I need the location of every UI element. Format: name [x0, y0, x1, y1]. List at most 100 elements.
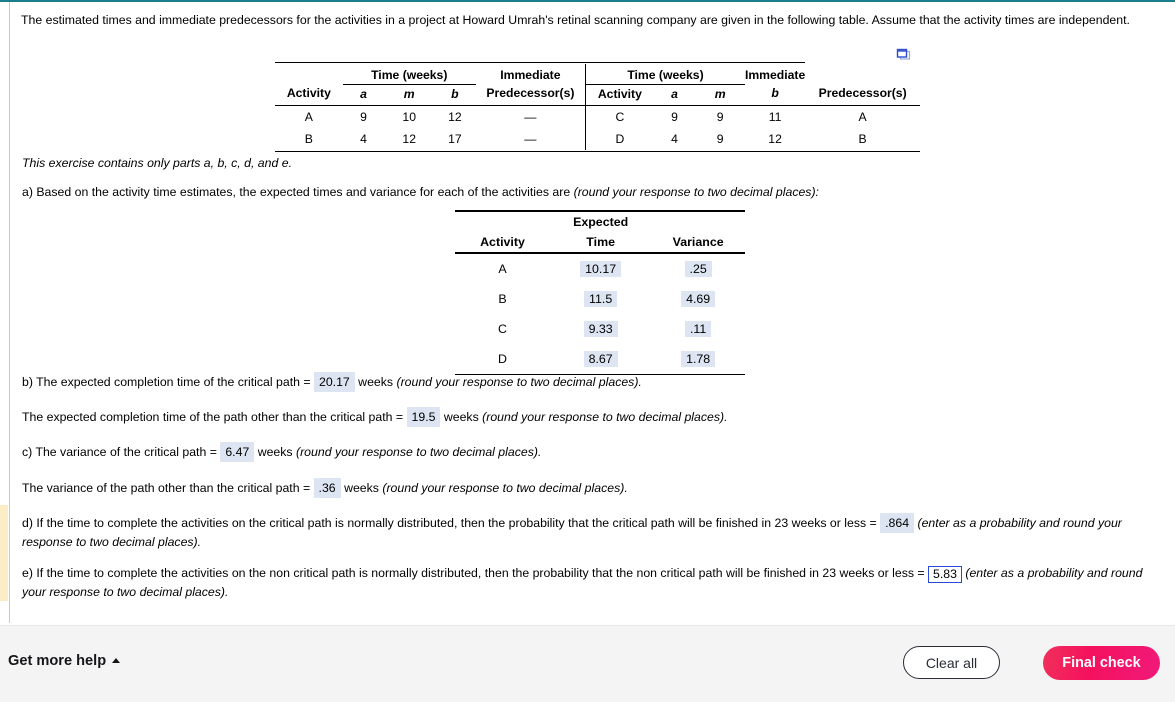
- final-check-button[interactable]: Final check: [1043, 646, 1160, 680]
- part-c-line1-pre: c) The variance of the critical path =: [22, 445, 221, 459]
- t1-right-col-a: a: [671, 86, 678, 101]
- t1-l-row1-activity: B: [304, 132, 313, 146]
- answer-field-expected-a[interactable]: 10.17: [580, 261, 622, 277]
- table-row: B 4 12 17 — D 4 9 12 B: [275, 128, 920, 150]
- t2-row1-activity: B: [498, 292, 507, 306]
- t1-left-pred-header-line2: Predecessor(s): [486, 86, 575, 101]
- t2-header-row-2: Activity Time Variance: [455, 232, 745, 253]
- table-row: C 9.33 .11: [455, 314, 745, 344]
- t2-row3-variance-cell: 1.78: [651, 344, 745, 375]
- t1-l-row1-pred: —: [524, 132, 537, 146]
- t1-left-time-header: Time (weeks): [342, 63, 476, 85]
- part-c-line1-unit: weeks: [254, 445, 296, 459]
- answer-field-c-other-variance[interactable]: .36: [313, 478, 341, 498]
- answer-field-variance-b[interactable]: 4.69: [681, 291, 716, 307]
- part-e-pre: e) If the time to complete the activitie…: [22, 566, 929, 580]
- table-row: D 8.67 1.78: [455, 344, 745, 375]
- answer-input-e-probability[interactable]: 5.83: [928, 566, 962, 583]
- t1-r-row1-m: 9: [716, 132, 724, 146]
- part-d-pre: d) If the time to complete the activitie…: [22, 516, 881, 530]
- part-b-line2-pre: The expected completion time of the path…: [22, 410, 407, 424]
- part-c-line-2: The variance of the path other than the …: [22, 478, 628, 498]
- answer-field-d-probability[interactable]: .864: [880, 513, 915, 533]
- part-b-line1-pre: b) The expected completion time of the c…: [22, 375, 314, 389]
- t1-r-row0-pred: A: [858, 110, 867, 124]
- t2-row1-expected-cell: 11.5: [550, 284, 651, 314]
- part-a-prompt-plain: a) Based on the activity time estimates,…: [22, 185, 574, 199]
- answer-field-variance-d[interactable]: 1.78: [681, 351, 716, 367]
- table1-group-header-row: Time (weeks) Immediate Time (weeks) Imme…: [275, 63, 920, 85]
- t1-left-col-b: b: [451, 86, 459, 101]
- t1-r-row1-b: 12: [768, 132, 782, 146]
- problem-intro: The estimated times and immediate predec…: [21, 13, 1130, 27]
- table-row: A 10.17 .25: [455, 254, 745, 284]
- answer-field-b-critical-time[interactable]: 20.17: [313, 372, 355, 392]
- answer-field-expected-d[interactable]: 8.67: [583, 351, 618, 367]
- part-b-line2-italic: (round your response to two decimal plac…: [482, 410, 728, 424]
- t1-left-col-m: m: [403, 86, 415, 101]
- part-c-line2-unit: weeks: [340, 481, 383, 495]
- part-c-line2-pre: The variance of the path other than the …: [22, 481, 314, 495]
- t2-row3-expected-cell: 8.67: [550, 344, 651, 375]
- footer-divider: [0, 625, 1175, 626]
- part-c-line2-italic: (round your response to two decimal plac…: [382, 481, 628, 495]
- t1-l-row1-b: 17: [448, 132, 462, 146]
- t1-r-row0-m: 9: [716, 110, 724, 124]
- part-b-line1-unit: weeks: [354, 375, 397, 389]
- part-c-line1-italic: (round your response to two decimal plac…: [295, 445, 542, 459]
- t2-row2-activity: C: [498, 322, 507, 336]
- caret-up-icon: [112, 657, 121, 663]
- answer-field-c-critical-variance[interactable]: 6.47: [220, 442, 255, 462]
- t2-variance-header: Variance: [672, 235, 724, 249]
- t1-l-row0-b: 12: [448, 110, 462, 124]
- t2-row1-variance-cell: 4.69: [651, 284, 745, 314]
- t2-expected-header-line2: Time: [586, 235, 615, 249]
- t1-left-col-a: a: [360, 86, 367, 101]
- t2-expected-header-line1: Expected: [573, 215, 629, 229]
- table-row: B 11.5 4.69: [455, 284, 745, 314]
- t1-r-row1-activity: D: [615, 132, 625, 146]
- t1-right-pred-header-line1: Immediate: [744, 67, 806, 82]
- table1-sub-header-row: Activity a m b Predecessor(s) Activity a…: [275, 84, 920, 105]
- t1-left-activity-header: Activity: [286, 86, 331, 101]
- get-more-help-button[interactable]: Get more help: [8, 653, 121, 669]
- t1-l-row0-a: 9: [360, 110, 367, 124]
- part-c-line-1: c) The variance of the critical path = 6…: [22, 442, 541, 462]
- answer-field-expected-c[interactable]: 9.33: [583, 321, 618, 337]
- answer-field-variance-a[interactable]: .25: [684, 261, 712, 277]
- t2-row2-variance-cell: .11: [651, 314, 745, 344]
- t1-r-row1-a: 4: [671, 132, 678, 146]
- answer-field-expected-b[interactable]: 11.5: [584, 291, 618, 307]
- t1-right-col-m: m: [714, 86, 726, 101]
- part-d-line: d) If the time to complete the activitie…: [22, 513, 1165, 551]
- t2-row2-expected-cell: 9.33: [550, 314, 651, 344]
- popout-window-icon[interactable]: [896, 48, 912, 62]
- t1-r-row0-b: 11: [768, 110, 782, 124]
- exercise-page: The estimated times and immediate predec…: [0, 0, 1175, 702]
- t1-r-row0-activity: C: [615, 110, 625, 124]
- answer-field-variance-c[interactable]: .11: [684, 321, 712, 337]
- t1-l-row1-a: 4: [360, 132, 367, 146]
- part-b-line2-unit: weeks: [440, 410, 483, 424]
- t1-l-row0-pred: —: [524, 110, 537, 124]
- part-b-line1-italic: (round your response to two decimal plac…: [396, 375, 642, 389]
- answer-field-b-other-time[interactable]: 19.5: [406, 407, 441, 427]
- t1-right-col-b: b: [771, 86, 779, 101]
- t1-right-activity-header: Activity: [597, 86, 642, 101]
- t2-row3-activity: D: [498, 352, 507, 366]
- clear-all-button[interactable]: Clear all: [903, 646, 1000, 679]
- t2-row0-variance-cell: .25: [651, 254, 745, 284]
- get-more-help-label: Get more help: [8, 653, 107, 669]
- question-body: The estimated times and immediate predec…: [10, 2, 1175, 623]
- exercise-scope-note: This exercise contains only parts a, b, …: [22, 156, 292, 170]
- t2-row0-activity: A: [498, 262, 507, 276]
- part-b-line-1: b) The expected completion time of the c…: [22, 372, 642, 392]
- activity-estimates-table: Time (weeks) Immediate Time (weeks) Imme…: [275, 62, 920, 152]
- t2-activity-header: Activity: [480, 235, 525, 249]
- left-rail-highlight-bar: [0, 505, 8, 601]
- table-row: A 9 10 12 — C 9 9 11 A: [275, 105, 920, 128]
- part-a-prompt-italic: (round your response to two decimal plac…: [573, 185, 819, 199]
- t1-l-row0-activity: A: [304, 110, 313, 124]
- t1-r-row0-a: 9: [671, 110, 678, 124]
- t1-l-row1-m: 12: [402, 132, 416, 146]
